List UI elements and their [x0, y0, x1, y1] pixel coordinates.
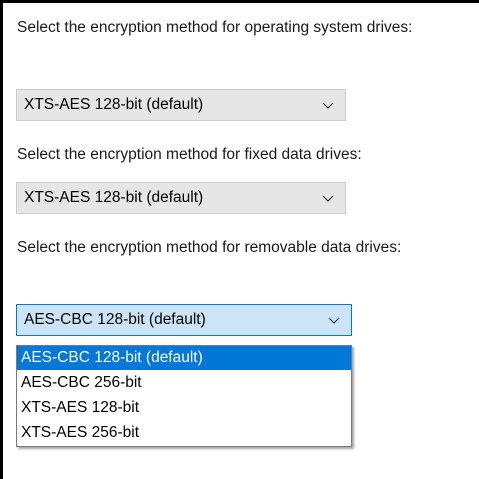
removable-drives-label: Select the encryption method for removab… — [17, 239, 402, 256]
os-drives-select[interactable]: XTS-AES 128-bit (default) — [16, 89, 346, 121]
removable-drives-dropdown-list: AES-CBC 128-bit (default) AES-CBC 256-bi… — [16, 345, 352, 447]
dropdown-option[interactable]: XTS-AES 256-bit — [17, 421, 351, 445]
fixed-drives-select[interactable]: XTS-AES 128-bit (default) — [16, 182, 346, 214]
chevron-down-icon — [328, 317, 340, 324]
chevron-down-icon — [322, 195, 334, 202]
os-drives-value: XTS-AES 128-bit (default) — [24, 96, 204, 113]
policy-panel: Select the encryption method for operati… — [0, 0, 479, 479]
fixed-drives-value: XTS-AES 128-bit (default) — [24, 189, 204, 206]
removable-drives-value: AES-CBC 128-bit (default) — [24, 311, 206, 328]
chevron-down-icon — [322, 102, 334, 109]
os-drives-label: Select the encryption method for operati… — [17, 19, 413, 36]
dropdown-option[interactable]: AES-CBC 128-bit (default) — [17, 346, 351, 370]
fixed-drives-label: Select the encryption method for fixed d… — [17, 146, 362, 163]
dropdown-option[interactable]: AES-CBC 256-bit — [17, 371, 351, 395]
dropdown-option[interactable]: XTS-AES 128-bit — [17, 396, 351, 420]
removable-drives-select[interactable]: AES-CBC 128-bit (default) — [16, 304, 352, 336]
